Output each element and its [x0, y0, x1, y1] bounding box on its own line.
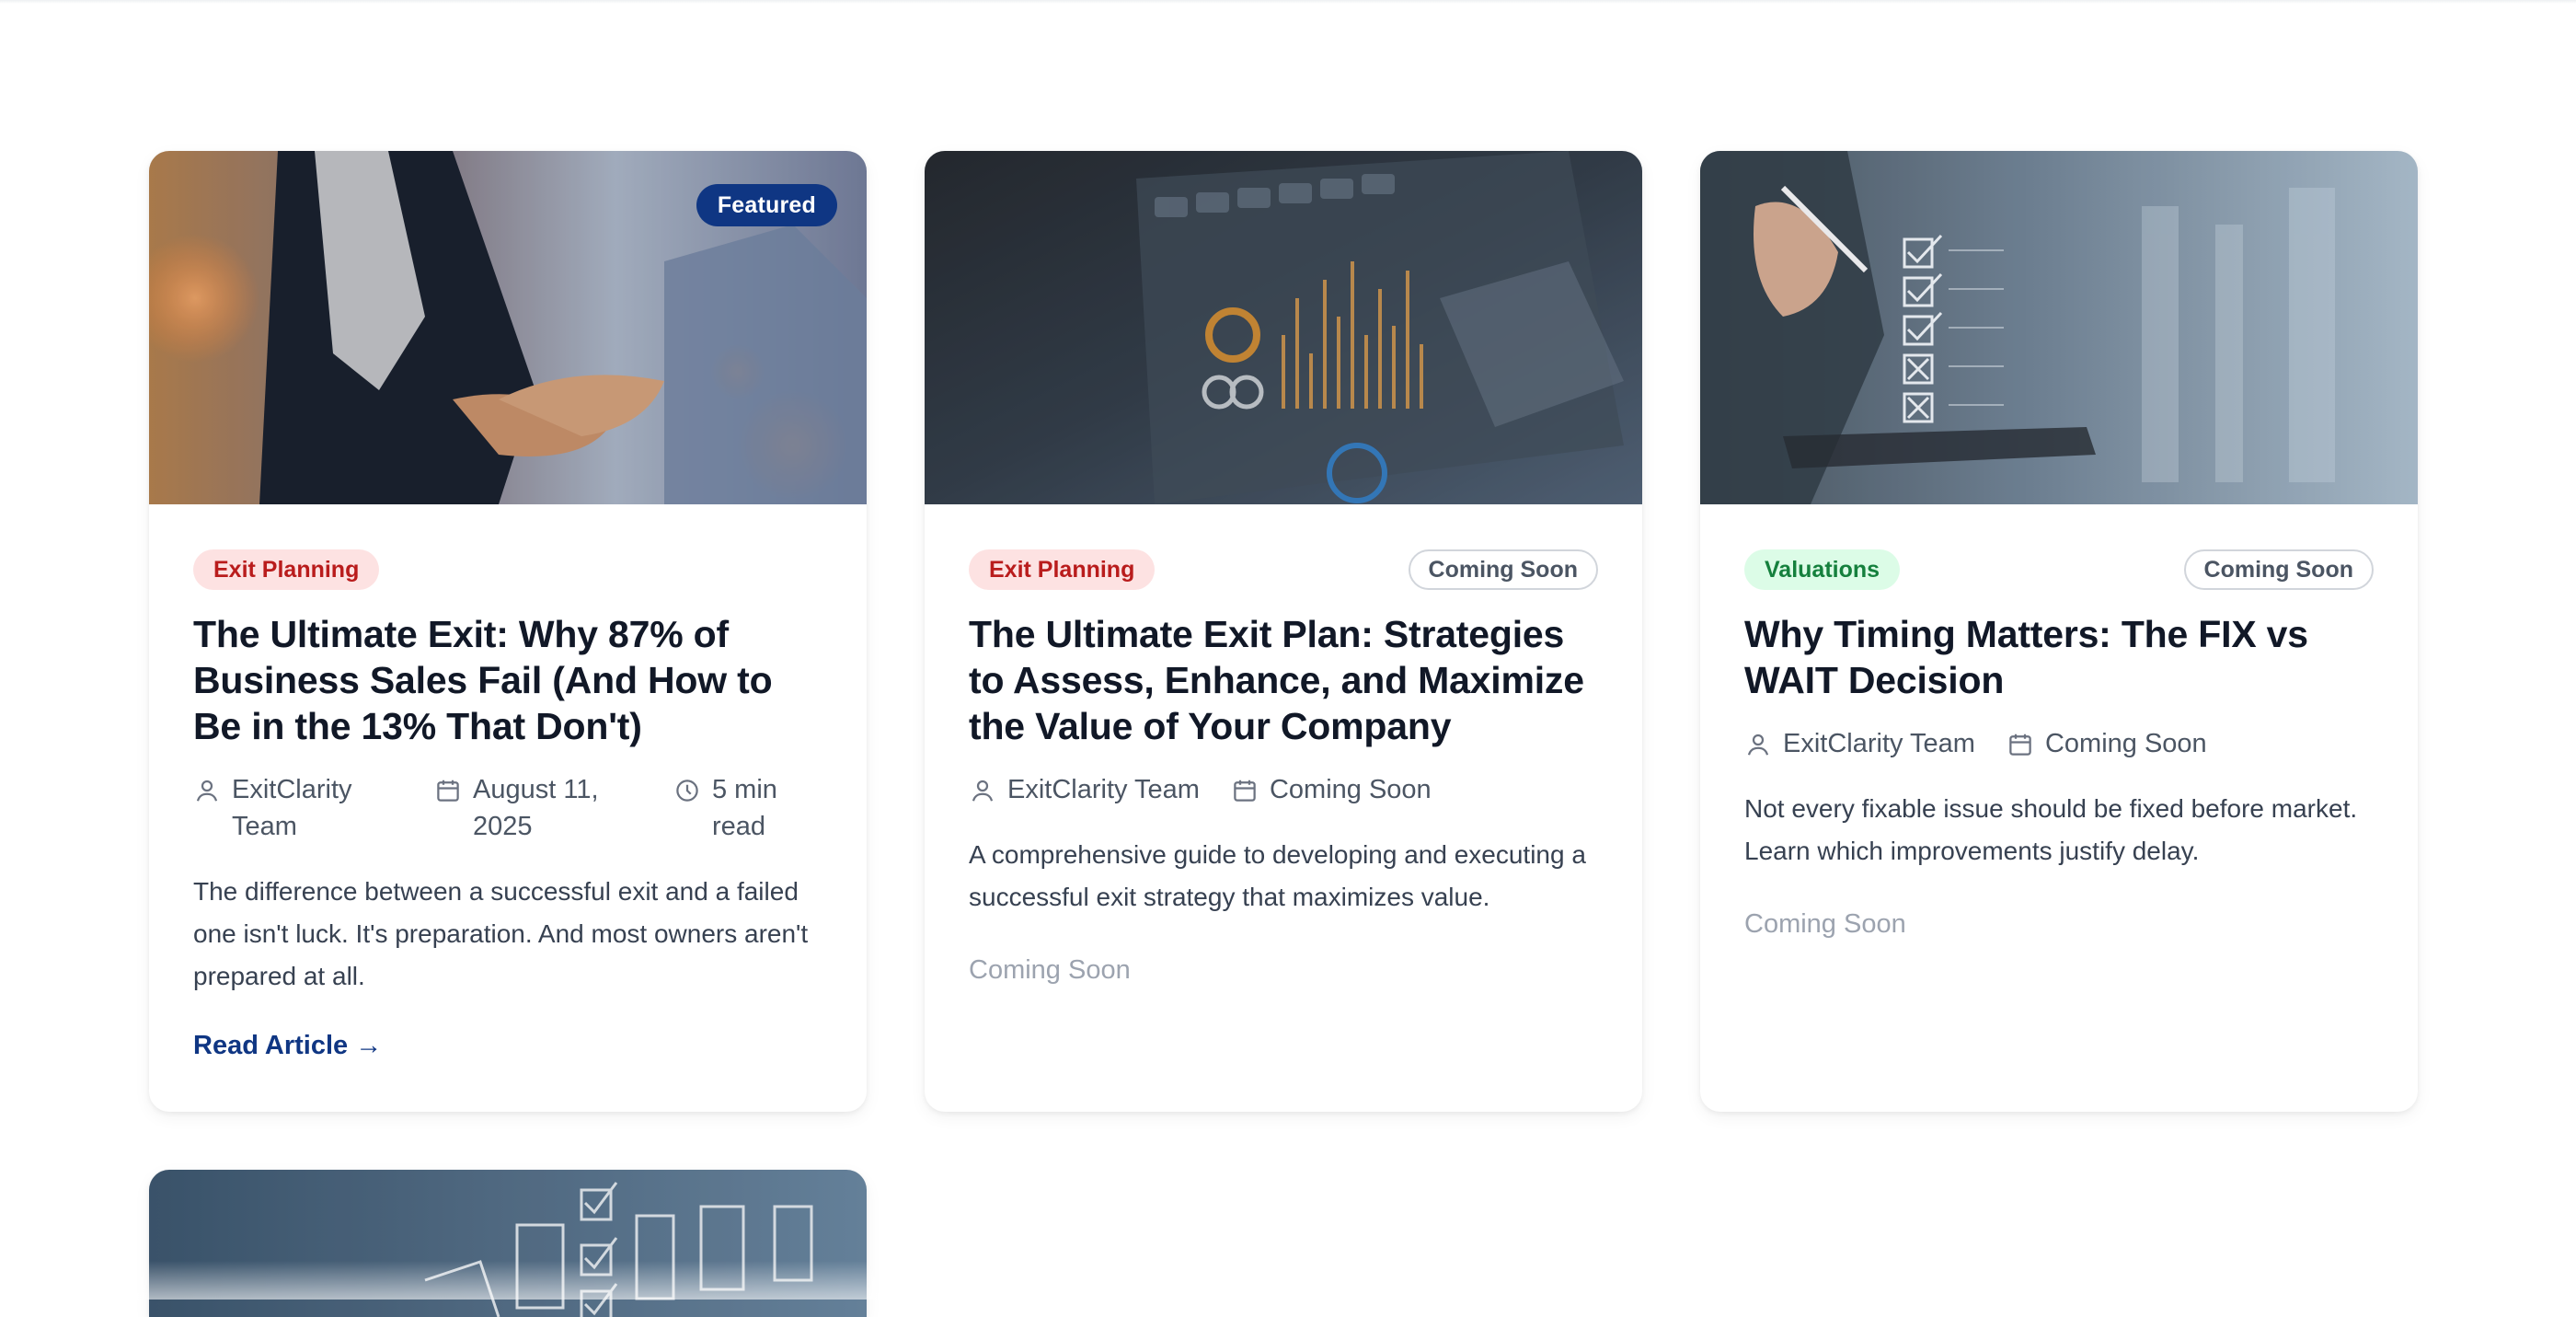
article-image-checklist — [1700, 151, 2418, 504]
calendar-icon — [2007, 731, 2034, 758]
user-icon — [193, 777, 221, 804]
publish-date: Coming Soon — [1269, 775, 1432, 804]
article-title: The Ultimate Exit Plan: Strategies to As… — [969, 613, 1584, 747]
article-card[interactable]: Valuations Coming Soon Why Timing Matter… — [1700, 151, 2418, 1112]
header-divider — [0, 0, 2576, 4]
author-meta: ExitClarity Team — [193, 771, 434, 845]
author-name: ExitClarity Team — [1783, 729, 1975, 758]
status-badge: Coming Soon — [2183, 549, 2374, 590]
article-excerpt: The difference between a successful exit… — [193, 877, 809, 990]
user-icon — [1744, 731, 1772, 758]
article-title: Why Timing Matters: The FIX vs WAIT Deci… — [1744, 613, 2308, 701]
date-meta: August 11, 2025 — [434, 771, 673, 845]
read-article-link[interactable]: Read Article → — [193, 1031, 382, 1061]
coming-soon-label: Coming Soon — [969, 955, 1131, 985]
category-tag: Exit Planning — [969, 549, 1156, 590]
featured-badge: Featured — [696, 184, 837, 226]
article-card-featured[interactable]: Featured Exit Planning The Ultimate Exit… — [149, 151, 867, 1112]
read-time: 5 min read — [712, 775, 777, 841]
article-meta: ExitClarity Team Coming Soon — [1744, 725, 2374, 762]
coming-soon-label: Coming Soon — [1744, 909, 1906, 939]
user-icon — [969, 777, 996, 804]
article-excerpt: A comprehensive guide to developing and … — [969, 840, 1586, 911]
category-tag: Exit Planning — [193, 549, 380, 590]
article-meta: ExitClarity Team Coming Soon — [969, 771, 1598, 808]
publish-date: Coming Soon — [2044, 729, 2207, 758]
blog-grid: Featured Exit Planning The Ultimate Exit… — [149, 151, 2418, 1317]
article-title[interactable]: The Ultimate Exit: Why 87% of Business S… — [193, 611, 822, 749]
scroll-fade — [0, 1261, 2576, 1300]
article-excerpt: Not every fixable issue should be fixed … — [1744, 794, 2358, 865]
clock-icon — [673, 777, 701, 804]
read-time-meta: 5 min read — [673, 771, 795, 845]
article-image-dashboard — [925, 151, 1642, 504]
article-image-handshake: Featured — [149, 151, 867, 504]
date-meta: Coming Soon — [1231, 771, 1432, 808]
publish-date: August 11, 2025 — [473, 775, 599, 841]
author-meta: ExitClarity Team — [1744, 725, 1975, 762]
status-badge: Coming Soon — [1408, 549, 1598, 590]
author-meta: ExitClarity Team — [969, 771, 1200, 808]
calendar-icon — [1231, 777, 1259, 804]
article-meta: ExitClarity Team August 11, 2025 5 min r… — [193, 771, 822, 845]
author-name: ExitClarity Team — [1007, 775, 1200, 804]
author-name: ExitClarity Team — [232, 775, 352, 841]
category-tag: Valuations — [1744, 549, 1901, 590]
article-card[interactable]: Exit Planning Coming Soon The Ultimate E… — [925, 151, 1642, 1112]
calendar-icon — [434, 777, 462, 804]
date-meta: Coming Soon — [2007, 725, 2207, 762]
